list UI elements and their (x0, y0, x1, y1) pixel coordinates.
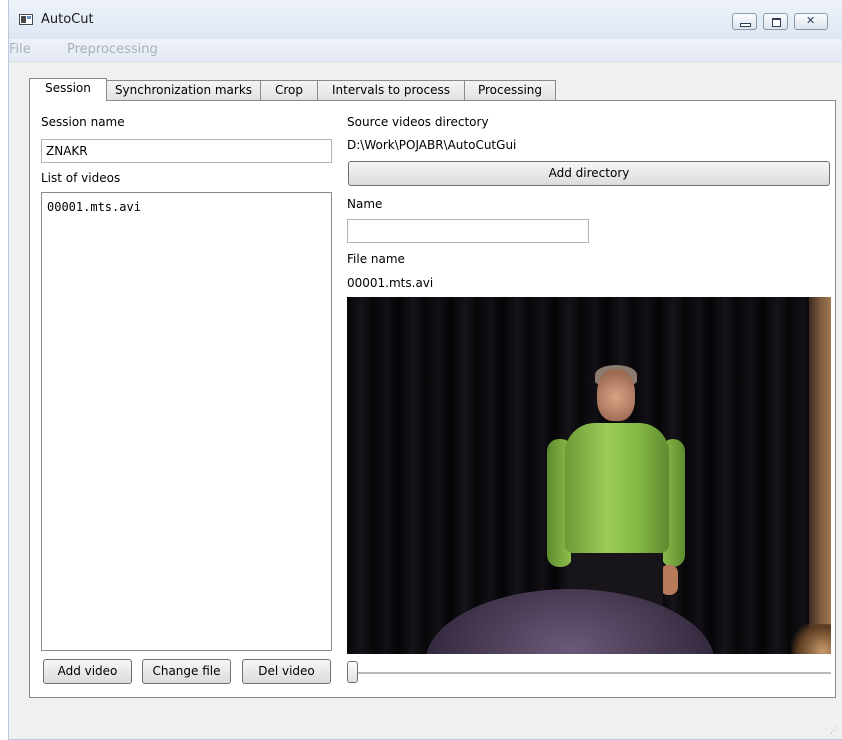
file-name-label: File name (347, 252, 405, 266)
app-icon (19, 14, 33, 25)
maximize-button[interactable] (763, 13, 788, 30)
person-head (597, 369, 635, 421)
side-wall (809, 297, 831, 654)
tab-processing[interactable]: Processing (464, 80, 556, 100)
title-bar[interactable]: AutoCut (9, 0, 842, 40)
add-video-button[interactable]: Add video (43, 659, 132, 684)
app-window: AutoCut File Preprocessing Session Synch… (8, 0, 842, 740)
video-list[interactable]: 00001.mts.avi (41, 192, 332, 651)
video-preview (347, 297, 831, 654)
session-name-label: Session name (41, 115, 125, 129)
minimize-button[interactable] (732, 13, 757, 30)
file-name-value: 00001.mts.avi (347, 276, 434, 290)
change-file-button[interactable]: Change file (142, 659, 231, 684)
list-of-videos-label: List of videos (41, 171, 121, 185)
menu-preprocessing[interactable]: Preprocessing (67, 42, 158, 57)
video-position-slider[interactable] (347, 661, 831, 685)
add-directory-button[interactable]: Add directory (348, 161, 830, 186)
source-dir-label: Source videos directory (347, 115, 489, 129)
resize-grip-icon[interactable]: ⋰ (830, 726, 838, 735)
tab-intervals-to-process[interactable]: Intervals to process (317, 80, 465, 100)
name-label: Name (347, 197, 383, 211)
slider-track[interactable] (347, 672, 831, 675)
name-input[interactable] (347, 219, 589, 243)
menu-bar: File Preprocessing (9, 39, 842, 62)
source-dir-value: D:\Work\POJABR\AutoCutGui (347, 138, 517, 152)
session-panel: Session name ZNAKR List of videos 00001.… (29, 100, 836, 698)
slider-handle[interactable] (347, 661, 358, 683)
close-button[interactable] (794, 13, 828, 30)
tab-session[interactable]: Session (29, 78, 107, 101)
list-item[interactable]: 00001.mts.avi (47, 200, 141, 214)
tab-crop[interactable]: Crop (260, 80, 318, 100)
session-name-input[interactable]: ZNAKR (41, 139, 332, 163)
person-shirt (565, 423, 669, 553)
del-video-button[interactable]: Del video (242, 659, 331, 684)
menu-file[interactable]: File (9, 42, 31, 57)
tab-synchronization-marks[interactable]: Synchronization marks (106, 80, 261, 100)
floor-light (791, 624, 831, 654)
window-title: AutoCut (41, 12, 94, 27)
